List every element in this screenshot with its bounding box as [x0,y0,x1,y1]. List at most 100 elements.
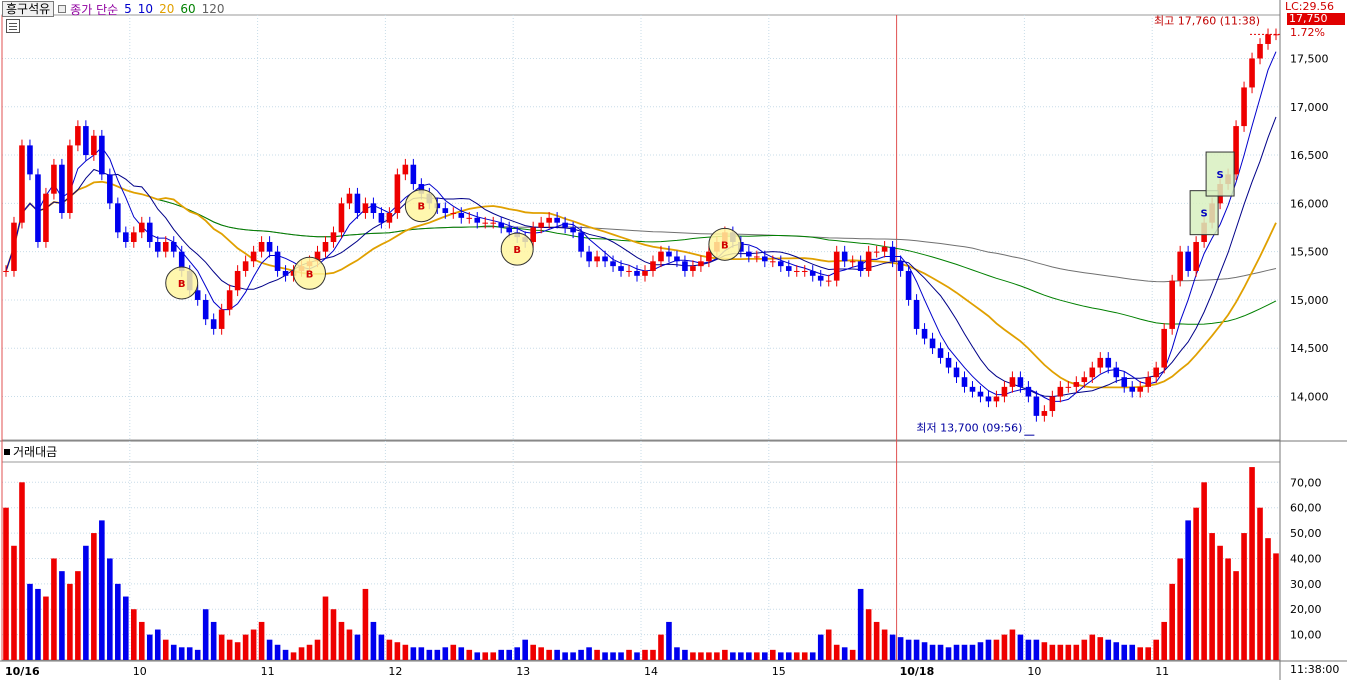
candle-body [961,377,968,387]
candle-body [482,222,489,224]
candle-body [746,251,752,257]
candle-body [777,261,784,267]
volume-bar [674,647,680,660]
candle-body [658,251,664,262]
candle-body [905,270,912,300]
change-percent: 1.72% [1290,26,1325,39]
volume-bar [338,621,345,660]
candle-body [594,256,600,262]
candle-body [274,251,281,271]
candle-body [618,266,624,271]
volume-bar [35,588,41,660]
candle-body [1009,377,1016,387]
volume-bar [682,649,688,660]
candle-body [562,222,568,228]
candle-body [99,135,105,175]
candle-body [538,222,544,228]
volume-bar [218,634,225,660]
candle-body [250,251,257,262]
volume-bar [642,649,648,660]
volume-bar [1113,642,1120,660]
volume-bar [482,652,489,660]
volume-tick-label: 70,00 [1290,476,1322,489]
candle-body [1121,377,1128,387]
volume-bar [298,647,305,660]
volume-bar [618,652,624,660]
candle-body [83,126,89,156]
stock-name[interactable]: 흥구석유 [2,1,55,17]
volume-bar [99,520,105,660]
ma-label-5: 5 [124,2,132,16]
candle-body [913,299,920,329]
volume-bar [865,609,872,660]
volume-bar [178,647,185,660]
time-label: 11:38:00 [1290,663,1340,676]
candle-body [682,261,688,271]
volume-bar [993,639,1000,660]
volume-bar [1145,647,1152,660]
volume-bar [1009,629,1016,660]
candle-body [11,222,17,271]
table-icon[interactable] [6,19,20,33]
volume-bar [546,649,552,660]
volume-bar [1121,644,1128,660]
volume-bar [634,652,640,660]
volume-bar [1177,558,1183,660]
volume-bar [1089,634,1096,660]
candle-body [1033,396,1040,416]
candle-body [115,203,121,233]
volume-bar [442,647,449,660]
volume-bar [378,634,385,660]
volume-bar [306,644,313,660]
buy-signal-label: B [513,245,521,256]
candle-body [226,290,233,310]
series-label: 종가 단순 [70,2,119,17]
candle-body [3,270,9,272]
volume-bar [1097,637,1104,660]
candle-body [825,280,832,282]
candle-body [785,266,792,271]
volume-bar [67,583,73,660]
low-annotation: 최저 13,700 (09:56) [916,421,1022,434]
volume-bar [1193,507,1199,660]
candle-body [897,261,904,271]
candle-body [51,164,57,194]
ma-label-120: 120 [201,2,225,16]
candlestick-chart[interactable]: 14,000 14,500 15,000 15,500 16,000 16,500 17,0… [0,0,1347,680]
buy-signal-label: B [306,269,314,280]
candle-body [666,251,672,257]
candle-body [921,328,928,339]
chart-stage: 14,000 14,500 15,000 15,500 16,000 16,500 17,0… [0,0,1347,680]
volume-bar [626,649,632,660]
candle-body [386,213,393,223]
volume-bar [698,652,704,660]
volume-tick-label: 60,00 [1290,502,1322,515]
volume-bar [961,644,968,660]
candle-body [841,251,848,262]
candle-body [67,145,73,214]
volume-bar [1233,571,1239,660]
volume-bar [418,647,425,660]
candle-body [43,193,49,242]
volume-bar [897,637,904,660]
volume-bar [75,571,81,660]
candle-body [474,217,481,223]
candle-body [498,222,505,228]
volume-bar [322,596,329,660]
volume-bar [730,652,736,660]
dropdown-icon[interactable] [58,5,67,13]
volume-bar [1249,467,1255,660]
volume-bar [1153,639,1159,660]
candle-body [634,270,640,276]
volume-bar [362,588,369,660]
volume-bar [354,634,361,660]
volume-bar [130,609,137,660]
volume-bar [953,644,960,660]
volume-bar [1225,558,1231,660]
volume-bar [817,634,824,660]
candle-body [370,203,377,214]
volume-bar [985,639,992,660]
price-tick-label: 17,000 [1290,101,1329,114]
candle-body [985,396,992,402]
ma-label-10: 10 [137,2,154,16]
